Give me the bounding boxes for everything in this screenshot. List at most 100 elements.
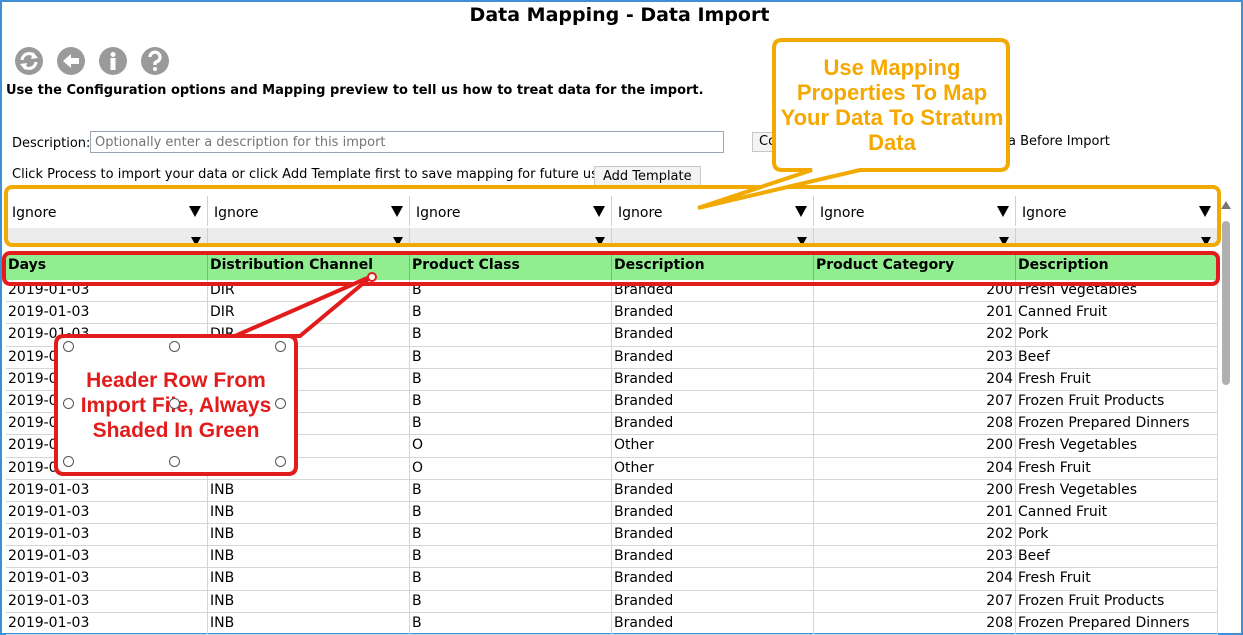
table-row: 2019-01-03 DIR B Branded 203 Beef xyxy=(6,346,1218,369)
table-cell: DIR xyxy=(208,346,410,368)
table-cell: INB xyxy=(208,612,410,634)
table-cell: INB xyxy=(208,479,410,501)
table-cell: B xyxy=(410,302,612,324)
table-cell: Fresh Fruit xyxy=(1016,457,1218,479)
table-cell: Branded xyxy=(612,479,814,501)
toolbar xyxy=(14,46,170,76)
table-cell: 2019-01-03 xyxy=(6,479,208,501)
resize-handle[interactable] xyxy=(169,456,180,467)
data-rows: 2019-01-03 DIR B Branded 200 Fresh Vegetables… xyxy=(6,280,1218,635)
configuration-option-text: a Before Import xyxy=(1008,134,1110,149)
table-row: 2019-01-03 INB B Branded 207 Frozen Fruit Pro… xyxy=(6,590,1218,613)
table-cell: 2019-01-03 xyxy=(6,501,208,524)
table-cell: 207 xyxy=(814,590,1016,612)
table-cell: Branded xyxy=(612,346,814,368)
table-cell: B xyxy=(410,590,612,612)
table-cell: Other xyxy=(612,435,814,457)
table-cell: INB xyxy=(208,524,410,546)
table-cell: 208 xyxy=(814,612,1016,634)
table-cell: DIR xyxy=(208,302,410,324)
instructions-text: Use the Configuration options and Mappin… xyxy=(6,83,704,98)
table-cell: 2019-01-03 xyxy=(6,524,208,546)
description-input[interactable] xyxy=(90,131,724,153)
resize-handle[interactable] xyxy=(275,398,286,409)
table-cell: Branded xyxy=(612,590,814,612)
table-cell: 207 xyxy=(814,390,1016,413)
process-instructions: Click Process to import your data or cli… xyxy=(12,167,611,182)
table-cell: B xyxy=(410,524,612,546)
table-cell: Branded xyxy=(612,390,814,413)
table-cell: Branded xyxy=(612,568,814,590)
table-cell: 204 xyxy=(814,368,1016,390)
table-cell: DIR xyxy=(208,457,410,479)
table-cell: 2019-01-03 xyxy=(6,612,208,634)
back-icon[interactable] xyxy=(56,46,86,76)
scroll-thumb[interactable] xyxy=(1222,221,1230,385)
table-row: 2019-01-03 DIR B Branded 202 Pork xyxy=(6,324,1218,347)
table-cell: 208 xyxy=(814,413,1016,435)
vertical-scrollbar[interactable] xyxy=(1220,201,1232,631)
table-cell: Branded xyxy=(612,368,814,390)
table-cell: B xyxy=(410,390,612,413)
table-cell: 2019-01-03 xyxy=(6,590,208,612)
table-cell: 200 xyxy=(814,479,1016,501)
header-highlight-box xyxy=(2,251,1220,286)
table-cell: Frozen Prepared Dinners xyxy=(1016,612,1218,634)
table-cell: B xyxy=(410,346,612,368)
refresh-icon[interactable] xyxy=(14,46,44,76)
scroll-up-arrow-icon[interactable] xyxy=(1221,201,1231,209)
table-cell: 204 xyxy=(814,568,1016,590)
table-cell: 201 xyxy=(814,302,1016,324)
mapping-highlight-box xyxy=(4,185,1221,247)
table-cell: DIR xyxy=(208,324,410,346)
table-cell: 202 xyxy=(814,324,1016,346)
table-cell: 202 xyxy=(814,524,1016,546)
table-cell: O xyxy=(410,435,612,457)
resize-handle[interactable] xyxy=(169,398,180,409)
table-cell: Frozen Prepared Dinners xyxy=(1016,413,1218,435)
add-template-button[interactable]: Add Template xyxy=(594,166,701,186)
table-cell: 2019-01-03 xyxy=(6,568,208,590)
table-row: 2019-01-03 DIR O Other 204 Fresh Fruit xyxy=(6,457,1218,480)
mapping-callout-text: Use Mapping Properties To Map Your Data … xyxy=(780,55,1004,155)
resize-handle[interactable] xyxy=(275,341,286,352)
table-cell: 204 xyxy=(814,457,1016,479)
table-cell: Branded xyxy=(612,612,814,634)
table-cell: B xyxy=(410,479,612,501)
resize-handle[interactable] xyxy=(169,341,180,352)
table-cell: INB xyxy=(208,568,410,590)
resize-handle[interactable] xyxy=(275,456,286,467)
help-icon[interactable] xyxy=(140,46,170,76)
table-cell: Pork xyxy=(1016,324,1218,346)
table-cell: INB xyxy=(208,546,410,568)
table-cell: Beef xyxy=(1016,346,1218,368)
table-cell: Other xyxy=(612,457,814,479)
resize-handle[interactable] xyxy=(63,341,74,352)
table-cell: O xyxy=(410,457,612,479)
table-row: 2019-01-03 INB B Branded 201 Canned Fruit xyxy=(6,501,1218,525)
table-cell: 200 xyxy=(814,435,1016,457)
table-cell: INB xyxy=(208,590,410,612)
table-cell: Beef xyxy=(1016,546,1218,568)
info-icon[interactable] xyxy=(98,46,128,76)
page-title: Data Mapping - Data Import xyxy=(469,4,770,26)
table-cell: Fresh Fruit xyxy=(1016,568,1218,590)
table-row: 2019-01-03 INB B Branded 202 Pork xyxy=(6,524,1218,547)
table-cell: B xyxy=(410,324,612,346)
table-cell: Branded xyxy=(612,524,814,546)
table-cell: B xyxy=(410,501,612,524)
table-cell: Branded xyxy=(612,324,814,346)
table-cell: Branded xyxy=(612,302,814,324)
table-cell: B xyxy=(410,413,612,435)
table-cell: Branded xyxy=(612,501,814,524)
table-cell: B xyxy=(410,368,612,390)
resize-handle[interactable] xyxy=(63,398,74,409)
table-cell: B xyxy=(410,612,612,634)
table-cell: B xyxy=(410,546,612,568)
table-cell: Canned Fruit xyxy=(1016,302,1218,324)
table-row: 2019-01-03 INB B Branded 204 Fresh Fruit xyxy=(6,568,1218,591)
resize-handle[interactable] xyxy=(63,456,74,467)
table-row: 2019-01-03 DIR B Branded 201 Canned Fruit xyxy=(6,302,1218,325)
table-cell: Frozen Fruit Products xyxy=(1016,390,1218,413)
table-cell: Fresh Fruit xyxy=(1016,368,1218,390)
